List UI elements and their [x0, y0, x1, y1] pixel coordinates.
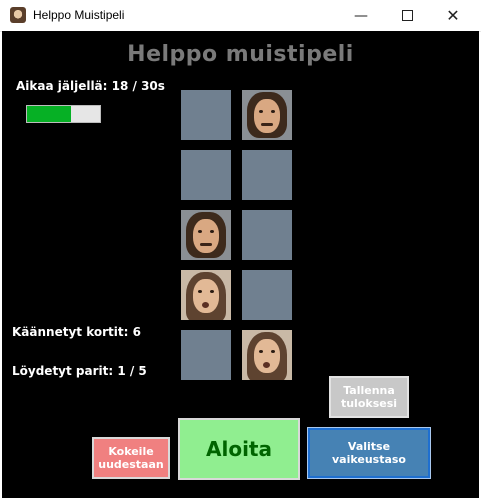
close-button[interactable]: ✕	[430, 0, 476, 31]
app-icon	[10, 7, 26, 23]
maximize-icon	[401, 10, 413, 21]
man-mustache-face-icon	[242, 90, 292, 140]
long-hair-face-icon	[181, 270, 231, 320]
memory-card[interactable]	[181, 330, 231, 380]
time-left-label: Aikaa jäljellä: 18 / 30s	[16, 79, 165, 93]
flipped-cards-label: Käännetyt kortit: 6	[12, 325, 141, 339]
close-icon: ✕	[446, 6, 460, 25]
found-pairs-label: Löydetyt parit: 1 / 5	[12, 364, 147, 378]
maximize-button[interactable]	[384, 0, 430, 31]
man-mustache-face-icon	[181, 210, 231, 260]
start-button[interactable]: Aloita	[178, 418, 300, 480]
choose-difficulty-button[interactable]: Valitse vaikeustaso	[307, 427, 431, 479]
time-progress-bar	[26, 105, 101, 123]
window-title: Helppo Muistipeli	[33, 8, 125, 22]
time-progress-fill	[27, 106, 71, 122]
retry-button[interactable]: Kokeile uudestaan	[92, 437, 170, 479]
game-area: Helppo muistipeli Aikaa jäljellä: 18 / 3…	[2, 31, 479, 498]
window-titlebar: Helppo Muistipeli — ✕	[0, 0, 481, 32]
memory-card[interactable]	[242, 270, 292, 320]
memory-card[interactable]	[242, 150, 292, 200]
memory-card[interactable]	[181, 150, 231, 200]
memory-card[interactable]	[181, 210, 231, 260]
memory-card[interactable]	[242, 210, 292, 260]
minimize-button[interactable]: —	[338, 0, 384, 31]
memory-card[interactable]	[242, 90, 292, 140]
save-results-button[interactable]: Tallenna tuloksesi	[329, 376, 409, 418]
minimize-icon: —	[354, 7, 368, 24]
memory-card[interactable]	[242, 330, 292, 380]
long-hair-face-icon	[242, 330, 292, 380]
memory-card[interactable]	[181, 270, 231, 320]
game-heading: Helppo muistipeli	[127, 42, 354, 67]
memory-card[interactable]	[181, 90, 231, 140]
